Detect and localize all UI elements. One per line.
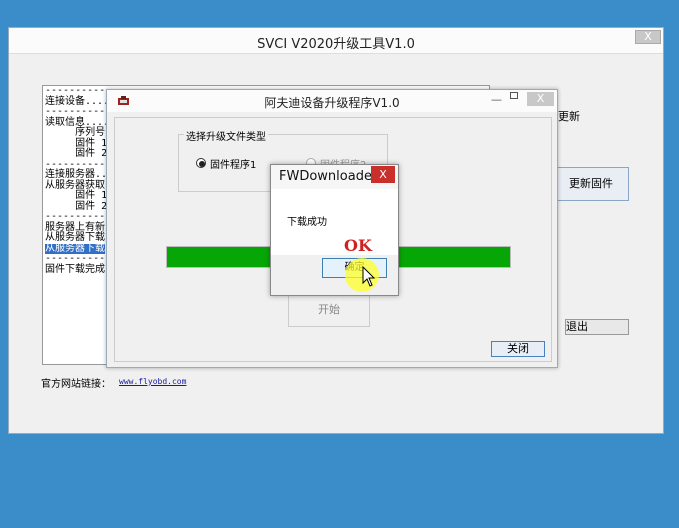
website-link[interactable]: www.flyobd.com [119, 377, 186, 386]
start-button[interactable]: 开始 [288, 293, 370, 327]
log-line: 从服务器下载 [45, 232, 105, 243]
main-close-button[interactable]: X [635, 30, 661, 44]
main-window-title: SVCI V2020升级工具V1.0 [257, 37, 415, 52]
updater-title: 阿夫迪设备升级程序V1.0 [264, 96, 400, 110]
message-box: FWDownloader X 下载成功 确定 [270, 164, 399, 296]
ok-annotation: OK [344, 236, 372, 255]
message-box-title: FWDownloader [279, 169, 378, 184]
file-type-group-label: 选择升级文件类型 [184, 128, 268, 143]
cursor-icon [362, 266, 376, 287]
minimize-icon[interactable]: — [491, 93, 502, 106]
side-label: 更新 [558, 110, 580, 123]
close-button[interactable]: 关闭 [491, 341, 545, 357]
updater-titlebar: 阿夫迪设备升级程序V1.0 — X [107, 90, 557, 112]
updater-close-icon[interactable]: X [527, 92, 554, 106]
message-box-titlebar: FWDownloader X [271, 165, 398, 189]
radio-firmware-1[interactable] [196, 158, 206, 168]
log-line: 序列号： [45, 127, 116, 138]
main-titlebar: SVCI V2020升级工具V1.0 X [9, 28, 663, 54]
message-text: 下载成功 [287, 217, 327, 228]
radio-firmware-1-label: 固件程序1 [210, 160, 257, 171]
maximize-icon[interactable] [510, 92, 518, 99]
exit-button[interactable]: 退出 [565, 319, 629, 335]
log-line: 连接服务器... [45, 169, 114, 180]
log-line: 固件下载完成 [45, 263, 105, 275]
update-firmware-button[interactable]: 更新固件 [553, 167, 629, 201]
website-label: 官方网站链接： [41, 379, 111, 390]
message-box-close-icon[interactable]: X [371, 166, 395, 183]
radio-selected-dot [199, 161, 205, 167]
